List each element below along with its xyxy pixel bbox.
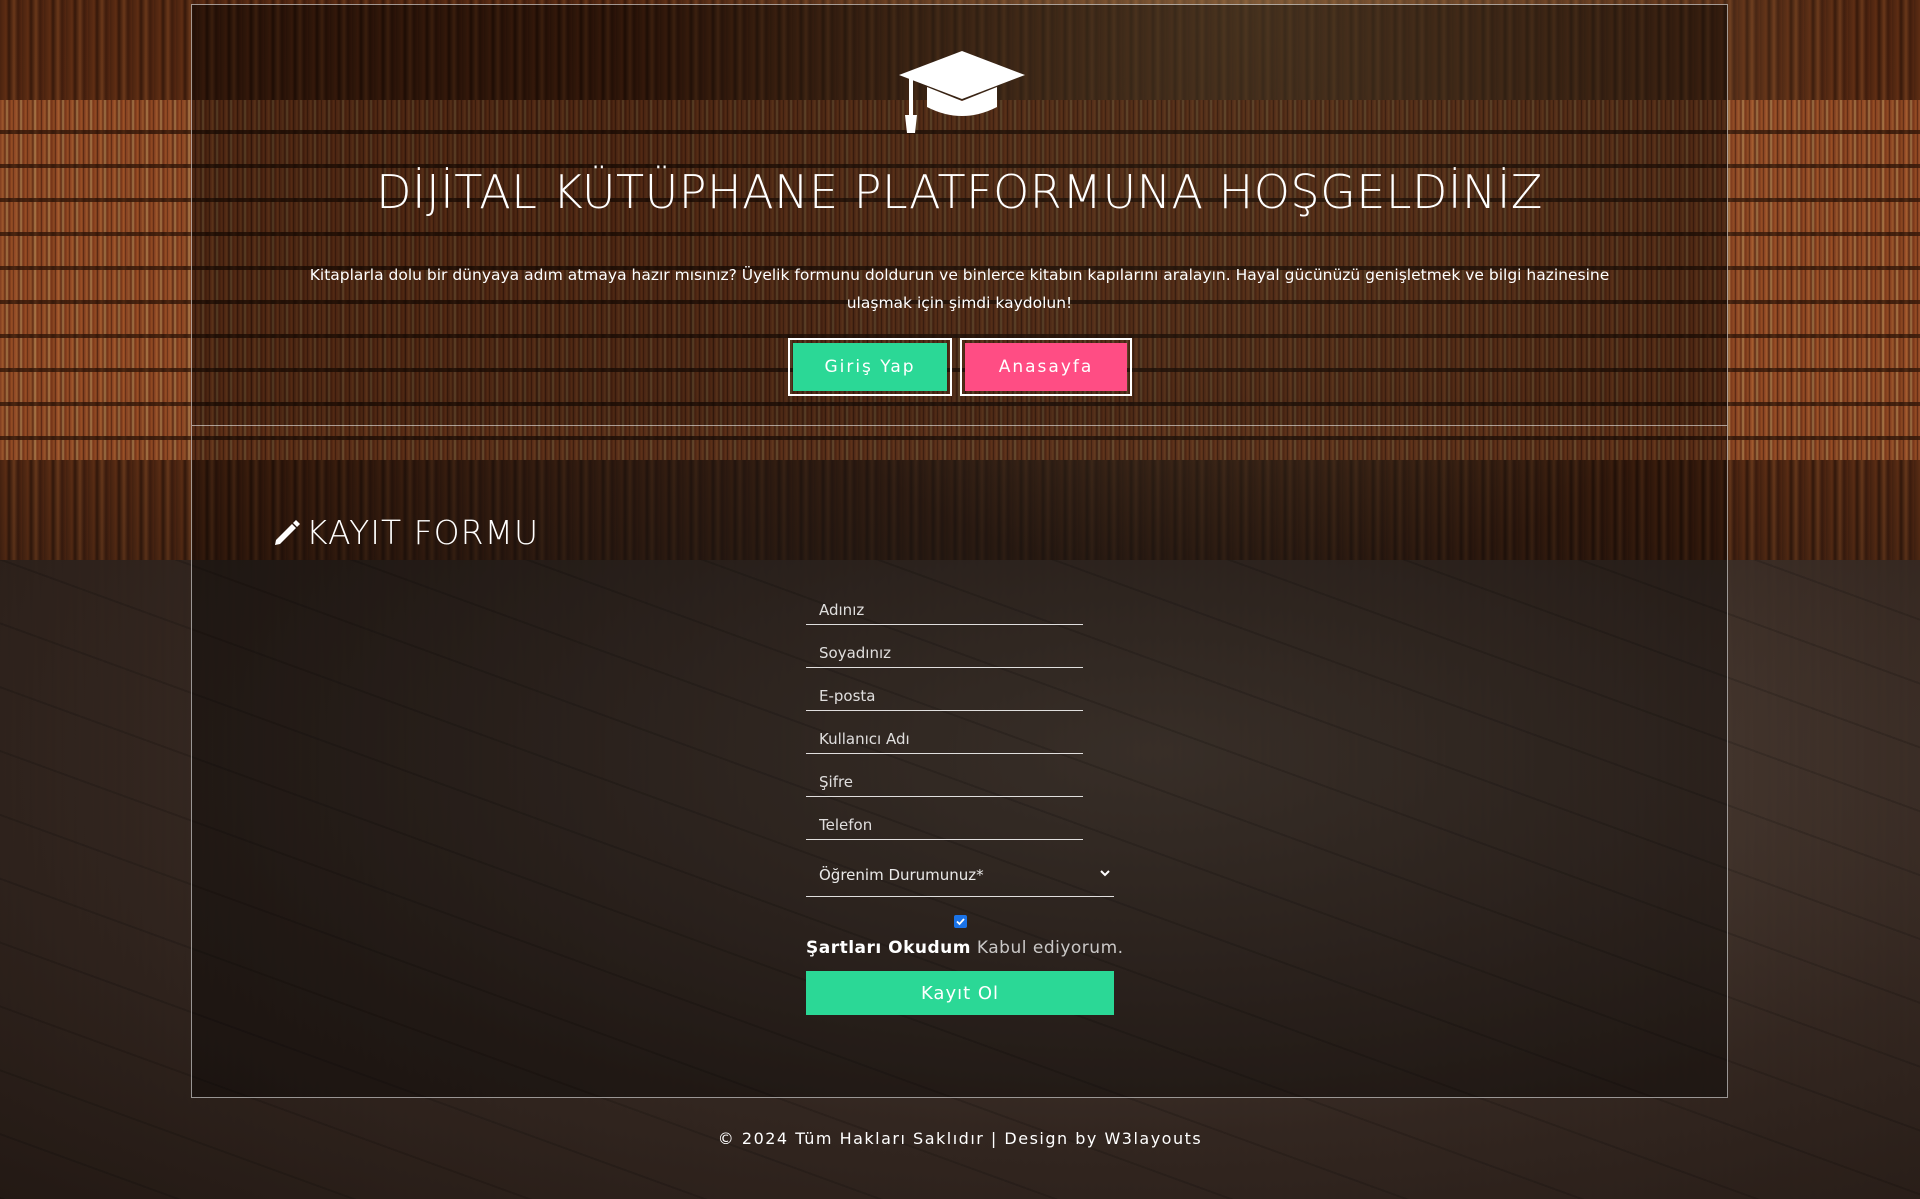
- main-panel: DİJİTAL KÜTÜPHANE PLATFORMUNA HOŞGELDİNİ…: [191, 4, 1728, 1098]
- login-button[interactable]: Giriş Yap: [793, 343, 947, 391]
- first-name-input[interactable]: [806, 583, 1083, 625]
- login-button-frame: Giriş Yap: [788, 338, 952, 396]
- last-name-input[interactable]: [806, 626, 1083, 668]
- education-select-value: Öğrenim Durumunuz*: [819, 866, 984, 884]
- terms-label-rest: Kabul ediyorum.: [976, 938, 1124, 958]
- home-button-frame: Anasayfa: [960, 338, 1132, 396]
- education-select[interactable]: Öğrenim Durumunuz*: [806, 852, 1114, 897]
- checkmark-icon: [956, 918, 965, 926]
- intro-text: Kitaplarla dolu bir dünyaya adım atmaya …: [309, 266, 1610, 312]
- chevron-down-icon: [1100, 870, 1110, 877]
- page-title: DİJİTAL KÜTÜPHANE PLATFORMUNA HOŞGELDİNİ…: [376, 165, 1543, 219]
- home-button[interactable]: Anasayfa: [965, 343, 1127, 391]
- username-input[interactable]: [806, 712, 1083, 754]
- password-input[interactable]: [806, 755, 1083, 797]
- pencil-icon: [275, 519, 300, 545]
- terms-label: Şartları Okudum Kabul ediyorum.: [806, 938, 1124, 958]
- form-heading-label: KAYIT FORMU: [306, 513, 540, 552]
- phone-input[interactable]: [806, 798, 1083, 840]
- terms-checkbox[interactable]: [954, 915, 967, 928]
- header-section: DİJİTAL KÜTÜPHANE PLATFORMUNA HOŞGELDİNİ…: [192, 5, 1727, 426]
- registration-form: Öğrenim Durumunuz* Şartları Okudum Kabul…: [806, 583, 1123, 1015]
- graduation-cap-icon: [899, 51, 1025, 133]
- email-input[interactable]: [806, 669, 1083, 711]
- footer-copyright: © 2024 Tüm Hakları Saklıdır | Design by …: [717, 1129, 1203, 1148]
- form-heading: KAYIT FORMU: [272, 513, 539, 552]
- register-button[interactable]: Kayıt Ol: [806, 971, 1114, 1015]
- terms-label-bold: Şartları Okudum: [806, 938, 971, 958]
